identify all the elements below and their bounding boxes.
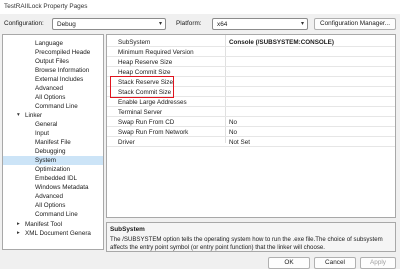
platform-value: x64 (217, 21, 228, 28)
description-title: SubSystem (110, 226, 145, 233)
title-bar: TestRAIILock Property Pages (0, 0, 400, 14)
tree-item[interactable]: All Options (3, 201, 103, 210)
chevron-right-icon[interactable]: ▸ (17, 220, 20, 229)
highlight-annotation-box (110, 76, 174, 98)
tree-item[interactable]: Command Line (3, 210, 103, 219)
configuration-label: Configuration: (4, 20, 44, 27)
tree-item[interactable]: Precompiled Heade (3, 48, 103, 57)
chevron-right-icon[interactable]: ▸ (17, 229, 20, 238)
property-row[interactable]: Swap Run From Network No (107, 128, 395, 137)
platform-dropdown[interactable]: x64 ▾ (212, 18, 308, 30)
configuration-row: Configuration: Debug ▾ Platform: x64 ▾ C… (0, 14, 400, 34)
property-row[interactable]: Swap Run From CD No (107, 118, 395, 127)
tree-item-system-selected[interactable]: System (3, 156, 103, 165)
property-row[interactable]: Driver Not Set (107, 138, 395, 147)
tree-item[interactable]: All Options (3, 93, 103, 102)
tree-item[interactable]: Advanced (3, 84, 103, 93)
tree-item-manifest-tool[interactable]: ▸ Manifest Tool (3, 220, 103, 229)
property-row[interactable]: Terminal Server (107, 108, 395, 117)
property-row[interactable]: Enable Large Addresses (107, 98, 395, 107)
tree-item-xml-document-generator[interactable]: ▸ XML Document Genera (3, 229, 103, 238)
tree-item-linker[interactable]: ▾ Linker (3, 111, 103, 120)
tree-item[interactable]: External Includes (3, 75, 103, 84)
configuration-dropdown[interactable]: Debug ▾ (52, 18, 166, 30)
configuration-value: Debug (57, 21, 76, 28)
property-tree[interactable]: Language Precompiled Heade Output Files … (2, 34, 104, 250)
cancel-button[interactable]: Cancel (314, 257, 356, 269)
tree-item[interactable]: General (3, 120, 103, 129)
chevron-down-icon[interactable]: ▾ (17, 111, 20, 120)
tree-item[interactable]: Embedded IDL (3, 174, 103, 183)
chevron-down-icon: ▾ (300, 21, 304, 27)
description-panel: SubSystem The /SUBSYSTEM option tells th… (106, 222, 396, 252)
tree-item[interactable]: Browse Information (3, 66, 103, 75)
property-row[interactable]: SubSystem Console (/SUBSYSTEM:CONSOLE) (107, 38, 395, 47)
description-text: The /SUBSYSTEM option tells the operatin… (110, 236, 383, 251)
tree-item[interactable]: Input (3, 129, 103, 138)
tree-item[interactable]: Manifest File (3, 138, 103, 147)
property-row[interactable]: Heap Reserve Size (107, 58, 395, 67)
property-grid[interactable]: SubSystem Console (/SUBSYSTEM:CONSOLE) M… (106, 34, 396, 218)
property-row[interactable]: Minimum Required Version (107, 48, 395, 57)
apply-button[interactable]: Apply (360, 257, 396, 269)
tree-item[interactable]: Language (3, 39, 103, 48)
tree-item[interactable]: Debugging (3, 147, 103, 156)
configuration-manager-button[interactable]: Configuration Manager... (314, 18, 396, 30)
tree-item[interactable]: Advanced (3, 192, 103, 201)
window-title: TestRAIILock Property Pages (4, 3, 88, 10)
tree-item[interactable]: Output Files (3, 57, 103, 66)
platform-label: Platform: (176, 20, 202, 27)
chevron-down-icon: ▾ (158, 21, 162, 27)
tree-item[interactable]: Optimization (3, 165, 103, 174)
ok-button[interactable]: OK (268, 257, 310, 269)
tree-item[interactable]: Command Line (3, 102, 103, 111)
tree-item[interactable]: Windows Metadata (3, 183, 103, 192)
